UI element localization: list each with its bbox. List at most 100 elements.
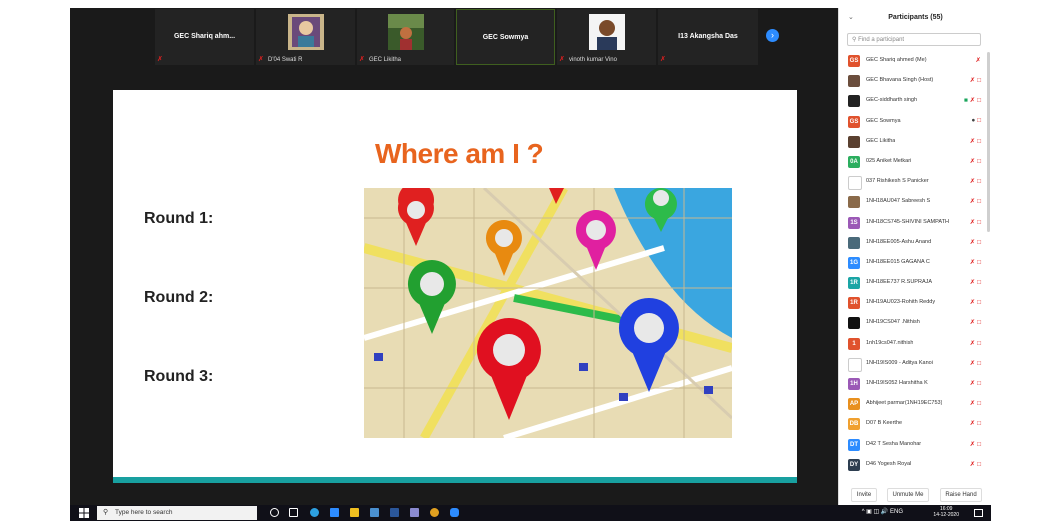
video-tile[interactable]: I13 Akangsha Das ✗ (658, 9, 758, 65)
participant-row[interactable]: 1R 1NH19AU023-Rohith Reddy ✗ □ (839, 294, 987, 314)
shared-slide: Where am I ? Round 1: Round 2: Round 3: (113, 90, 797, 483)
panel-header: ⌄ Participants (55) (839, 8, 992, 30)
participant-row[interactable]: 037 Rishikesh S Panicker ✗ □ (839, 173, 987, 193)
avatar: 1S (848, 216, 860, 229)
participant-name: 1NH19IS052 Harshitha K (866, 380, 928, 386)
participant-row[interactable]: DY D46 Yogesh Royal ✗ □ (839, 456, 987, 476)
video-strip: GEC Shariq ahm... ✗ ✗ D'04 Swati R ✗ GEC… (70, 8, 837, 66)
avatar: DB (848, 418, 860, 431)
mic-muted-icon: ✗ (969, 299, 976, 307)
participant-status: ✗ □ (970, 298, 981, 306)
search-input[interactable]: ⚲ Find a participant (847, 33, 981, 46)
avatar: 0A (848, 155, 860, 168)
participant-name: 1NH18EE737 R.SUPRAJA (866, 279, 933, 286)
participant-status: ✗ □ (970, 440, 981, 448)
participant-status: ✗ □ (970, 278, 981, 286)
search-icon: ⚲ (852, 37, 857, 43)
participant-label: vinoth kumar Vino (569, 57, 617, 63)
raise-hand-button[interactable]: Raise Hand (940, 488, 982, 502)
avatar: 1R (848, 277, 860, 290)
taskbar-clock[interactable]: 16:09 14-12-2020 (933, 506, 959, 518)
video-tile[interactable]: GEC Shariq ahm... ✗ (155, 9, 254, 65)
participant-name: D46 Yogesh Royal (866, 460, 912, 467)
unmute-me-button[interactable]: Unmute Me (887, 488, 929, 502)
video-tile[interactable]: ✗ GEC Likitha (357, 9, 454, 65)
video-off-icon: □ (977, 400, 981, 408)
participant-row[interactable]: 1 1nh19cs047.nithish ✗ □ (839, 335, 987, 355)
participant-row[interactable]: GS GEC Sowmya ● □ (839, 113, 987, 133)
file-explorer-icon[interactable] (350, 508, 359, 517)
video-off-icon: □ (977, 359, 981, 367)
participant-row[interactable]: DT D42 T Sesha Manohar ✗ □ (839, 436, 987, 456)
participant-row[interactable]: 1NH19CS047 .Nithish ✗ □ (839, 314, 987, 334)
mic-muted-icon: ✗ (258, 56, 264, 63)
participant-label: D'04 Swati R (268, 57, 303, 63)
mic-muted-icon: ✗ (969, 97, 976, 105)
chrome-icon[interactable] (430, 508, 439, 517)
zoom-app-icon[interactable] (330, 508, 339, 517)
participant-status: ✗ □ (970, 137, 981, 145)
avatar: 1 (848, 337, 860, 350)
avatar (848, 357, 862, 372)
taskbar-search-input[interactable]: ⚲ Type here to search (97, 506, 257, 520)
participant-row[interactable]: GS GEC Shariq ahmed (Me) ✗ (839, 52, 987, 72)
mic-muted-icon: ✗ (969, 258, 976, 266)
participant-name: 1nh19cs047.nithish (866, 339, 914, 346)
panel-footer: Invite Unmute Me Raise Hand (839, 483, 992, 505)
avatar (848, 176, 862, 191)
zoom-meeting-icon[interactable] (450, 508, 459, 517)
windows-start-icon[interactable] (79, 508, 89, 518)
avatar: 1R (848, 297, 860, 310)
video-tile[interactable]: ✗ D'04 Swati R (256, 9, 355, 65)
participant-row[interactable]: GEC Bhavana Singh (Host) ✗ □ (839, 72, 987, 92)
participant-name: 1NH18AU047 Sabreesh S (866, 198, 931, 205)
mic-muted-icon: ✗ (969, 440, 976, 448)
round-label: Round 1: (144, 210, 214, 227)
video-off-icon: □ (977, 299, 981, 307)
participant-status: ✗ □ (970, 379, 981, 387)
participant-status: ✗ □ (970, 359, 981, 367)
invite-button[interactable]: Invite (851, 488, 877, 502)
participant-row[interactable]: 1G 1NH18EE015 GAGANA C ✗ □ (839, 254, 987, 274)
notification-icon[interactable] (974, 509, 983, 517)
scrollbar[interactable] (987, 52, 990, 232)
system-tray-icons[interactable]: ^ ▣ ◫ 🔊 ENG (862, 508, 903, 515)
participant-row[interactable]: 1S 1NH18CS745-SHIVINI SAMPATH ✗ □ (839, 214, 987, 234)
participant-row[interactable]: 1NH18EE005-Ashu Anand ✗ □ (839, 234, 987, 254)
participant-status: ✗ □ (970, 399, 981, 407)
store-icon[interactable] (370, 508, 379, 517)
edge-browser-icon[interactable] (310, 508, 319, 517)
mic-muted-icon: ✗ (969, 77, 976, 85)
participant-row[interactable]: DB D07 B Keerthe ✗ □ (839, 415, 987, 435)
participant-row[interactable]: GEC Likitha ✗ □ (839, 133, 987, 153)
participant-row[interactable]: AP Abhijeet parmar(1NH19EC753) ✗ □ (839, 395, 987, 415)
avatar (848, 236, 860, 249)
word-icon[interactable] (390, 508, 399, 517)
mic-on-icon: ● (971, 116, 976, 124)
search-icon: ⚲ (103, 509, 109, 516)
participant-row[interactable]: 1R 1NH18EE737 R.SUPRAJA ✗ □ (839, 274, 987, 294)
mic-muted-icon: ✗ (969, 420, 976, 428)
task-view-icon[interactable] (289, 508, 298, 517)
participant-row[interactable]: 1NH18AU047 Sabreesh S ✗ □ (839, 193, 987, 213)
mic-muted-icon: ✗ (969, 238, 976, 246)
participant-row[interactable]: 1NH19IS009 - Aditya Kanoi ✗ □ (839, 355, 987, 375)
participant-name: 1NH18CS745-SHIVINI SAMPATH (866, 218, 949, 225)
cortana-icon[interactable] (270, 508, 279, 517)
mic-muted-icon: ✗ (975, 57, 981, 64)
participant-status: ✗ □ (970, 258, 981, 266)
teams-icon[interactable] (410, 508, 419, 517)
participant-row[interactable]: 1H 1NH19IS052 Harshitha K ✗ □ (839, 375, 987, 395)
video-tile-active-speaker[interactable]: GEC Sowmya (456, 9, 555, 65)
chevron-right-icon[interactable]: › (766, 29, 779, 42)
avatar: DT (848, 438, 860, 451)
mic-muted-icon: ✗ (969, 198, 976, 206)
round-label: Round 3: (144, 368, 214, 385)
participant-row[interactable]: GEC-siddharth singh ■ ✗ □ (839, 92, 987, 112)
participant-name: GEC Sowmya (866, 117, 901, 124)
participant-row[interactable]: 0A 025 Aniket Metkari ✗ □ (839, 153, 987, 173)
video-off-icon: □ (977, 198, 981, 206)
video-tile[interactable]: ✗ vinoth kumar Vino (557, 9, 656, 65)
mic-muted-icon: ✗ (660, 56, 666, 63)
video-off-icon: □ (977, 420, 981, 428)
